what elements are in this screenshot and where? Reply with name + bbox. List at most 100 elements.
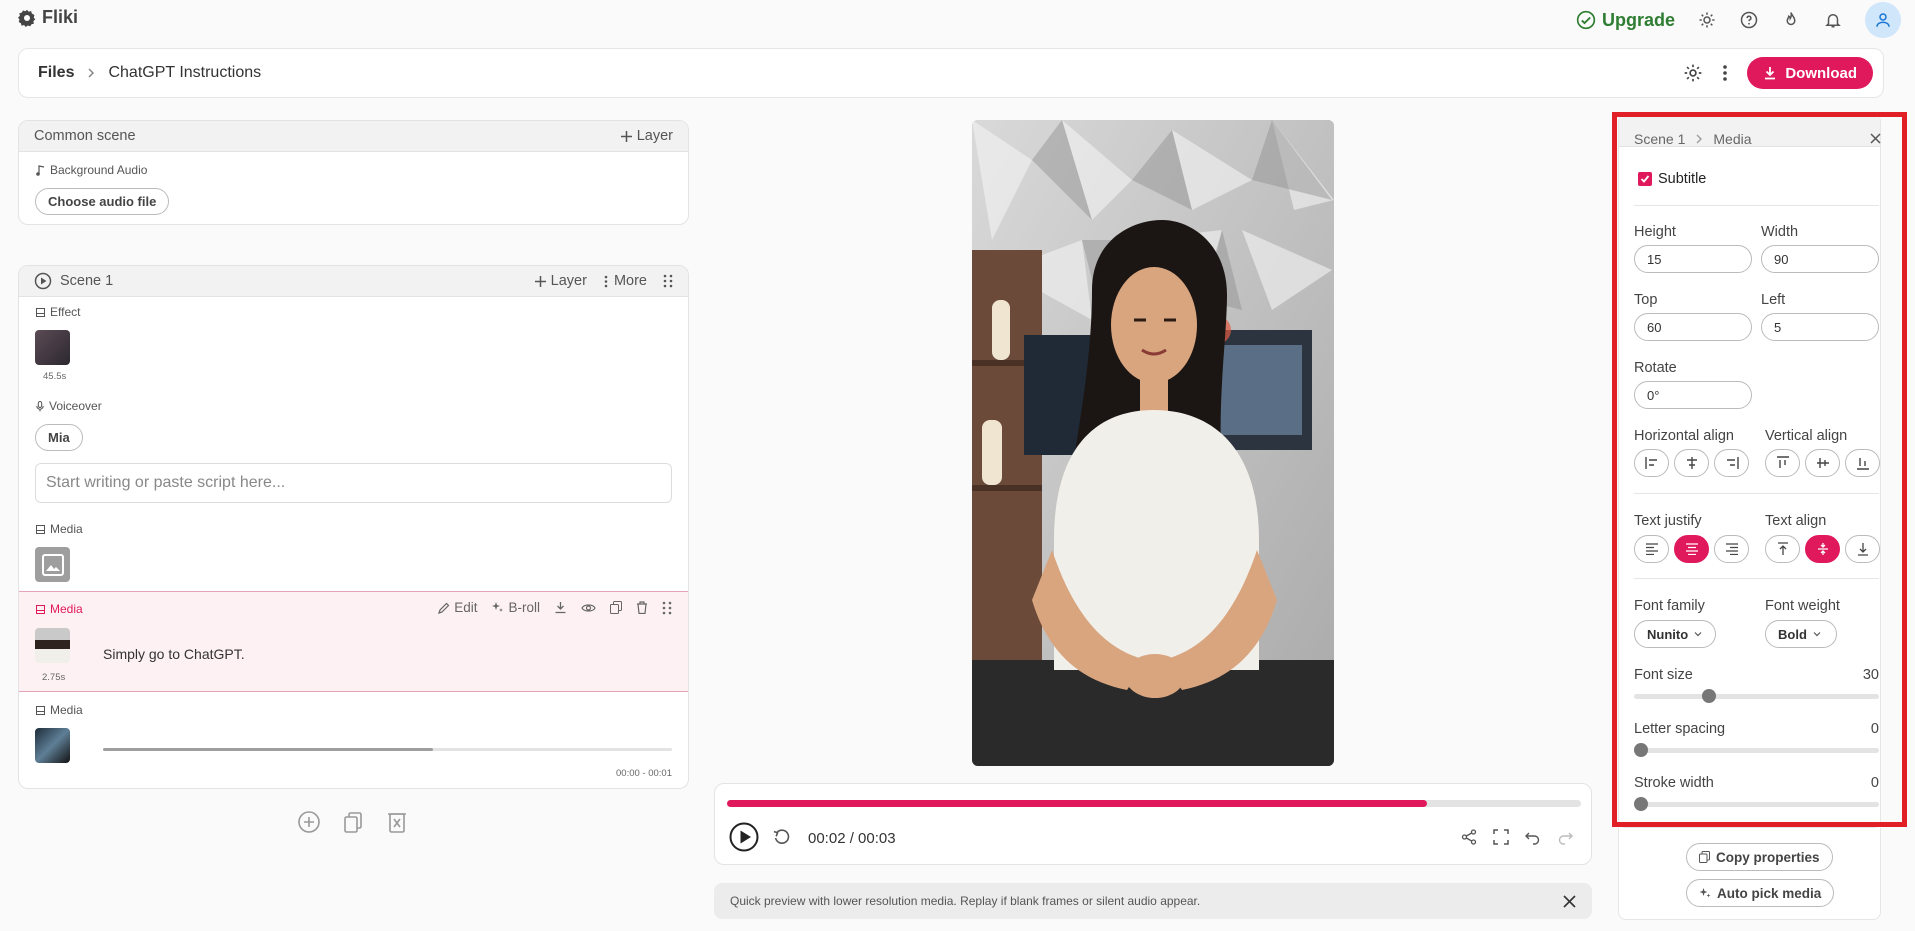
panel-crumb-media: Media bbox=[1713, 131, 1752, 147]
chevron-down-icon bbox=[1694, 631, 1702, 637]
align-top-icon bbox=[1776, 456, 1789, 470]
letter-spacing-slider[interactable] bbox=[1634, 743, 1879, 757]
align-right-button[interactable] bbox=[1714, 449, 1749, 477]
add-layer-label: Layer bbox=[636, 128, 673, 144]
add-scene-icon[interactable] bbox=[297, 810, 321, 834]
help-icon[interactable] bbox=[1739, 10, 1759, 30]
play-circle-icon[interactable] bbox=[34, 272, 52, 290]
bell-icon[interactable] bbox=[1823, 10, 1843, 30]
close-panel-icon[interactable] bbox=[1870, 133, 1881, 144]
media-subtitle-text[interactable]: Simply go to ChatGPT. bbox=[103, 646, 245, 662]
more-vertical-icon[interactable] bbox=[1717, 63, 1733, 83]
play-button[interactable] bbox=[729, 822, 759, 852]
font-family-select[interactable]: Nunito bbox=[1634, 620, 1716, 648]
align-center-h-button[interactable] bbox=[1674, 449, 1709, 477]
subtitle-checkbox[interactable] bbox=[1638, 172, 1652, 186]
top-input[interactable]: 60 bbox=[1634, 313, 1752, 341]
copy-icon bbox=[1699, 851, 1710, 863]
media-video-thumbnail[interactable] bbox=[35, 628, 70, 663]
script-input[interactable]: Start writing or paste script here... bbox=[35, 463, 672, 503]
justify-right-button[interactable] bbox=[1714, 535, 1749, 563]
add-layer-button[interactable]: Layer bbox=[620, 128, 673, 144]
left-label: Left bbox=[1761, 292, 1786, 308]
duplicate-scene-icon[interactable] bbox=[341, 810, 365, 834]
media-row-selected[interactable]: Media Edit B-roll 2.75s Simply go to Cha… bbox=[19, 591, 688, 692]
scene-more-button[interactable]: More bbox=[603, 273, 647, 289]
timeline-progress bbox=[727, 800, 1428, 807]
align-left-button[interactable] bbox=[1634, 449, 1669, 477]
text-align-middle-button[interactable] bbox=[1805, 535, 1840, 563]
font-size-slider[interactable] bbox=[1634, 689, 1879, 703]
edit-button[interactable]: Edit bbox=[438, 600, 477, 615]
redo-icon[interactable] bbox=[1557, 829, 1573, 845]
upgrade-label: Upgrade bbox=[1601, 9, 1675, 30]
align-left-icon bbox=[1644, 457, 1659, 469]
chevron-right-icon bbox=[86, 68, 96, 78]
align-middle-button[interactable] bbox=[1805, 449, 1840, 477]
align-bottom-button[interactable] bbox=[1845, 449, 1880, 477]
justify-left-icon bbox=[1645, 543, 1659, 555]
drag-handle-icon[interactable] bbox=[663, 274, 673, 288]
undo-icon[interactable] bbox=[1525, 829, 1541, 845]
media-trim-track[interactable] bbox=[103, 748, 672, 751]
delete-scene-icon[interactable] bbox=[385, 810, 409, 834]
letter-spacing-knob[interactable] bbox=[1634, 743, 1648, 757]
auto-pick-media-button[interactable]: Auto pick media bbox=[1686, 879, 1835, 907]
font-weight-select[interactable]: Bold bbox=[1765, 620, 1837, 648]
eye-icon[interactable] bbox=[581, 602, 596, 614]
copy-properties-button[interactable]: Copy properties bbox=[1686, 843, 1833, 871]
share-icon[interactable] bbox=[1461, 829, 1477, 845]
settings-gear-icon[interactable] bbox=[1683, 63, 1703, 83]
justify-center-button[interactable] bbox=[1674, 535, 1709, 563]
panel-crumb-scene[interactable]: Scene 1 bbox=[1634, 131, 1685, 147]
app-logo[interactable]: Fliki bbox=[18, 7, 78, 28]
edit-label: Edit bbox=[454, 600, 478, 615]
layer-icon bbox=[36, 307, 45, 317]
trash-icon[interactable] bbox=[636, 601, 648, 614]
font-size-knob[interactable] bbox=[1702, 689, 1716, 703]
rotate-input[interactable]: 0° bbox=[1634, 381, 1752, 409]
scene-add-layer-button[interactable]: Layer bbox=[534, 273, 587, 289]
stroke-width-knob[interactable] bbox=[1634, 797, 1648, 811]
download-icon[interactable] bbox=[554, 601, 567, 614]
flame-icon[interactable] bbox=[1781, 10, 1801, 30]
user-avatar[interactable] bbox=[1865, 2, 1901, 38]
breadcrumb-current[interactable]: ChatGPT Instructions bbox=[108, 64, 261, 82]
font-weight-label: Font weight bbox=[1765, 598, 1840, 614]
fullscreen-icon[interactable] bbox=[1493, 829, 1509, 845]
stroke-width-label: Stroke width bbox=[1634, 775, 1714, 791]
upgrade-button[interactable]: Upgrade bbox=[1576, 10, 1675, 31]
text-align-top-button[interactable] bbox=[1765, 535, 1800, 563]
letter-spacing-label: Letter spacing bbox=[1634, 721, 1726, 737]
justify-left-button[interactable] bbox=[1634, 535, 1669, 563]
broll-button[interactable]: B-roll bbox=[491, 600, 540, 615]
effect-thumbnail[interactable] bbox=[35, 330, 70, 365]
align-bottom-icon bbox=[1856, 456, 1869, 470]
scene-title: Scene 1 bbox=[60, 273, 114, 289]
drag-handle-icon[interactable] bbox=[662, 601, 672, 615]
video-preview[interactable] bbox=[972, 120, 1334, 766]
timeline-track[interactable] bbox=[727, 800, 1581, 807]
vertical-align-label: Vertical align bbox=[1765, 428, 1848, 444]
theme-sun-icon[interactable] bbox=[1697, 10, 1717, 30]
breadcrumb-files[interactable]: Files bbox=[38, 64, 74, 82]
choose-audio-file-button[interactable]: Choose audio file bbox=[35, 188, 170, 215]
media-placeholder-thumbnail[interactable] bbox=[35, 547, 70, 582]
copy-icon[interactable] bbox=[610, 601, 622, 614]
voice-selector-button[interactable]: Mia bbox=[35, 424, 83, 451]
arrow-up-bar-icon bbox=[1777, 542, 1789, 556]
width-input[interactable]: 90 bbox=[1761, 245, 1879, 273]
notice-text: Quick preview with lower resolution medi… bbox=[730, 894, 1201, 908]
text-align-bottom-button[interactable] bbox=[1845, 535, 1880, 563]
height-input[interactable]: 15 bbox=[1634, 245, 1752, 273]
left-input[interactable]: 5 bbox=[1761, 313, 1879, 341]
replay-icon[interactable] bbox=[773, 828, 791, 846]
download-button[interactable]: Download bbox=[1747, 57, 1873, 89]
stroke-width-slider[interactable] bbox=[1634, 797, 1879, 811]
rotate-label: Rotate bbox=[1634, 360, 1677, 376]
subtitle-label: Subtitle bbox=[1658, 171, 1707, 187]
align-top-button[interactable] bbox=[1765, 449, 1800, 477]
media-video-thumbnail-2[interactable] bbox=[35, 728, 70, 763]
close-notice-icon[interactable] bbox=[1563, 894, 1576, 908]
app-name: Fliki bbox=[42, 7, 79, 27]
